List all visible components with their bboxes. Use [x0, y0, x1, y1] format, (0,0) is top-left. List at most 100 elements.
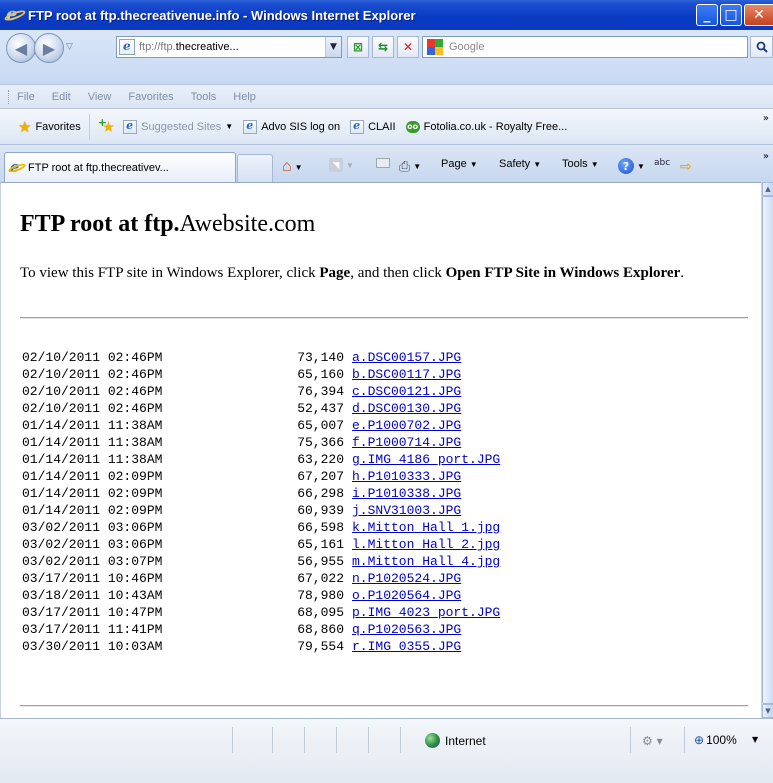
menu-favorites[interactable]: Favorites — [128, 91, 173, 103]
status-divider — [304, 727, 305, 753]
tab-ftp-root[interactable]: e FTP root at ftp.thecreativev... — [4, 152, 236, 182]
recent-pages-dropdown[interactable]: ▽ — [66, 42, 73, 52]
search-input[interactable]: Google — [422, 36, 748, 58]
menu-file[interactable]: File — [17, 91, 35, 103]
compatibility-icon: ⊠ — [352, 40, 364, 54]
status-divider — [368, 727, 369, 753]
favorite-link[interactable]: oo Fotolia.co.uk - Royalty Free... — [405, 120, 567, 133]
maximize-button[interactable]: □ — [720, 4, 742, 26]
address-dropdown-button[interactable]: ▼ — [325, 37, 341, 57]
file-link[interactable]: c.DSC00121.JPG — [352, 383, 461, 400]
file-link[interactable]: g.IMG_4186_port.JPG — [352, 451, 500, 468]
address-input[interactable]: ftp://ftp.thecreative... ▼ — [116, 36, 342, 58]
file-size: 65,160 — [297, 367, 344, 382]
scroll-thumb[interactable] — [762, 196, 773, 704]
favorites-star-icon: ★ — [18, 118, 32, 136]
page-menu-button[interactable]: Page ▼ — [441, 158, 478, 170]
help-button[interactable]: ? ▼ — [618, 158, 645, 174]
file-link[interactable]: f.P1000714.JPG — [352, 434, 461, 451]
refresh-button[interactable]: ⇆ — [372, 36, 394, 58]
file-link[interactable]: q.P1020563.JPG — [352, 621, 461, 638]
file-row: 02/10/2011 02:46PM 65,160 b.DSC00117.JPG — [22, 366, 500, 383]
file-link[interactable]: n.P1020524.JPG — [352, 570, 461, 587]
add-to-favorites-bar-icon[interactable]: ★ — [98, 116, 116, 136]
favorite-link[interactable]: CLAII — [350, 119, 396, 134]
favorite-link[interactable]: Advo SIS log on — [243, 119, 340, 134]
research-button[interactable]: ⇨ — [680, 158, 692, 175]
vertical-scrollbar[interactable]: ▲ ▼ — [761, 182, 773, 718]
file-link[interactable]: h.P1010333.JPG — [352, 468, 461, 485]
window-title: FTP root at ftp.thecreativenue.info - Wi… — [28, 7, 416, 23]
stop-button[interactable]: ✕ — [397, 36, 419, 58]
file-row: 03/02/2011 03:06PM 66,598 k.Mitton Hall 1.… — [22, 519, 500, 536]
file-size: 66,298 — [297, 486, 344, 501]
favorites-bar: ★ Favorites ★ Suggested Sites▼ Advo SIS l… — [0, 108, 773, 144]
file-link[interactable]: l.Mitton Hall 2.jpg — [352, 536, 500, 553]
feeds-button[interactable]: ◥ ▼ — [329, 158, 354, 172]
page-dropdown-icon: ▼ — [469, 159, 478, 169]
file-row: 01/14/2011 11:38AM 75,366 f.P1000714.JPG — [22, 434, 500, 451]
tab-label: FTP root at ftp.thecreativev... — [28, 161, 169, 174]
favorites-label: Favorites — [35, 120, 81, 133]
zoom-level-button[interactable]: ⊕ 100% — [694, 733, 737, 747]
favorite-link[interactable]: Suggested Sites▼ — [123, 119, 233, 134]
favorites-more-chevron[interactable]: » — [763, 113, 769, 124]
command-bar-more-chevron[interactable]: » — [763, 151, 769, 162]
read-mail-button[interactable] — [376, 158, 390, 168]
search-placeholder: Google — [449, 41, 485, 53]
file-link[interactable]: d.DSC00130.JPG — [352, 400, 461, 417]
security-zone[interactable]: Internet — [425, 733, 486, 748]
address-text: ftp://ftp.thecreative... — [139, 41, 239, 53]
file-link[interactable]: i.P1010338.JPG — [352, 485, 461, 502]
safety-menu-button[interactable]: Safety ▼ — [499, 158, 541, 170]
file-link[interactable]: o.P1020564.JPG — [352, 587, 461, 604]
print-button[interactable]: ⎙ ▼ — [399, 158, 421, 175]
safety-menu-label: Safety — [499, 158, 531, 170]
safety-dropdown-icon: ▼ — [533, 159, 542, 169]
minimize-button[interactable]: _ — [696, 4, 718, 26]
page-icon — [119, 39, 135, 55]
file-size: 68,860 — [297, 622, 344, 637]
file-link[interactable]: e.P1000702.JPG — [352, 417, 461, 434]
home-button[interactable]: ⌂ ▼ — [282, 158, 303, 176]
compatibility-view-button[interactable]: ⊠ — [347, 36, 369, 58]
menu-help[interactable]: Help — [233, 91, 256, 103]
file-link[interactable]: a.DSC00157.JPG — [352, 349, 461, 366]
file-link[interactable]: r.IMG_0355.JPG — [352, 638, 461, 655]
file-date: 02/10/2011 02:46PM — [22, 367, 163, 382]
file-date: 03/02/2011 03:06PM — [22, 537, 163, 552]
file-date: 02/10/2011 02:46PM — [22, 401, 163, 416]
new-tab-button[interactable] — [237, 154, 273, 182]
scroll-up-button[interactable]: ▲ — [762, 182, 773, 196]
menu-view[interactable]: View — [88, 91, 112, 103]
protected-mode-icon[interactable]: ⚙ ▾ — [642, 734, 663, 748]
back-button[interactable]: ◀ — [6, 33, 36, 63]
file-link[interactable]: j.SNV31003.JPG — [352, 502, 461, 519]
help-icon: ? — [618, 158, 634, 174]
menu-tools[interactable]: Tools — [191, 91, 217, 103]
file-link[interactable]: b.DSC00117.JPG — [352, 366, 461, 383]
close-button[interactable]: ✕ — [744, 4, 773, 26]
search-button[interactable] — [750, 36, 773, 58]
file-size: 60,939 — [297, 503, 344, 518]
forward-button[interactable]: ▶ — [34, 33, 64, 63]
file-link[interactable]: p.IMG_4023_port.JPG — [352, 604, 500, 621]
file-date: 01/14/2011 02:09PM — [22, 486, 163, 501]
file-link[interactable]: m.Mitton Hall 4.jpg — [352, 553, 500, 570]
suggested-sites-dropdown-icon[interactable]: ▼ — [225, 122, 233, 131]
zoom-dropdown-icon[interactable]: ▼ — [752, 735, 758, 744]
tools-dropdown-icon: ▼ — [590, 159, 599, 169]
file-size: 52,437 — [297, 401, 344, 416]
zoom-icon: ⊕ — [694, 733, 705, 747]
file-link[interactable]: k.Mitton Hall 1.jpg — [352, 519, 500, 536]
tools-menu-button[interactable]: Tools ▼ — [562, 158, 599, 170]
menu-edit[interactable]: Edit — [52, 91, 71, 103]
internet-globe-icon — [425, 733, 440, 748]
file-row: 01/14/2011 11:38AM 65,007 e.P1000702.JPG — [22, 417, 500, 434]
file-date: 03/02/2011 03:07PM — [22, 554, 163, 569]
home-icon: ⌂ — [282, 158, 292, 175]
spelling-button[interactable]: abc — [654, 158, 670, 168]
file-row: 02/10/2011 02:46PM 73,140 a.DSC00157.JPG — [22, 349, 500, 366]
scroll-down-button[interactable]: ▼ — [762, 704, 773, 718]
favorites-button[interactable]: ★ Favorites — [10, 113, 90, 140]
